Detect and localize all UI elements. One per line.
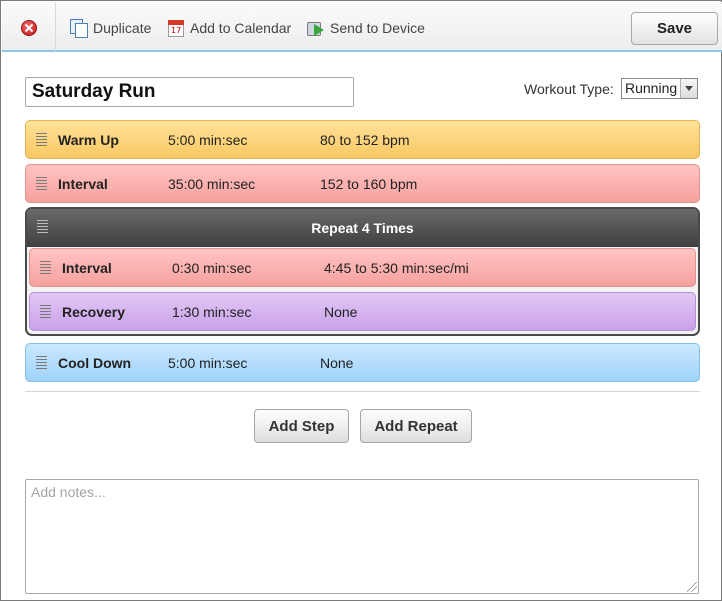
drag-handle-icon[interactable] — [40, 261, 51, 276]
duplicate-icon — [70, 19, 88, 38]
add-to-calendar-button[interactable]: Add to Calendar — [168, 18, 291, 38]
step-target: 80 to 152 bpm — [320, 131, 410, 148]
drag-handle-icon[interactable] — [36, 356, 47, 371]
add-to-calendar-label: Add to Calendar — [190, 20, 292, 36]
step-recovery[interactable]: Recovery 1:30 min:sec None — [29, 292, 696, 331]
add-step-button[interactable]: Add Step — [254, 409, 349, 443]
repeat-header[interactable]: Repeat 4 Times — [27, 209, 698, 247]
workout-type-value: Running — [625, 80, 678, 96]
drag-handle-icon[interactable] — [37, 220, 48, 235]
step-target: None — [324, 303, 358, 320]
add-repeat-button[interactable]: Add Repeat — [360, 409, 472, 443]
save-button[interactable]: Save — [631, 12, 718, 45]
drag-handle-icon[interactable] — [36, 133, 47, 148]
step-target: 152 to 160 bpm — [320, 175, 418, 192]
send-to-device-button[interactable]: Send to Device — [307, 18, 425, 38]
close-button[interactable] — [2, 2, 56, 51]
step-name: Interval — [62, 259, 112, 276]
step-duration: 5:00 min:sec — [168, 354, 248, 371]
drag-handle-icon[interactable] — [36, 177, 47, 192]
notes-textarea[interactable] — [25, 479, 699, 594]
send-to-device-icon — [307, 20, 324, 36]
close-icon[interactable] — [21, 20, 37, 36]
workout-type-label: Workout Type: — [524, 81, 614, 97]
toolbar: Duplicate Add to Calendar Send to Device… — [2, 2, 722, 52]
duplicate-label: Duplicate — [93, 20, 152, 36]
workout-editor-window: Duplicate Add to Calendar Send to Device… — [0, 0, 722, 601]
step-name: Cool Down — [58, 354, 132, 371]
repeat-label: Repeat 4 Times — [311, 220, 414, 236]
step-duration: 35:00 min:sec — [168, 175, 256, 192]
step-name: Interval — [58, 175, 108, 192]
duplicate-button[interactable]: Duplicate — [70, 18, 151, 38]
step-name: Warm Up — [58, 131, 119, 148]
step-target: 4:45 to 5:30 min:sec/mi — [324, 259, 469, 276]
resize-handle-icon[interactable] — [687, 582, 697, 592]
step-duration: 5:00 min:sec — [168, 131, 248, 148]
step-cool-down[interactable]: Cool Down 5:00 min:sec None — [25, 343, 700, 382]
step-name: Recovery — [62, 303, 126, 320]
step-target: None — [320, 354, 354, 371]
drag-handle-icon[interactable] — [40, 305, 51, 320]
calendar-icon — [168, 19, 184, 37]
step-repeat-interval[interactable]: Interval 0:30 min:sec 4:45 to 5:30 min:s… — [29, 248, 696, 287]
step-warm-up[interactable]: Warm Up 5:00 min:sec 80 to 152 bpm — [25, 120, 700, 159]
step-duration: 0:30 min:sec — [172, 259, 252, 276]
chevron-down-icon[interactable] — [680, 79, 697, 98]
step-interval[interactable]: Interval 35:00 min:sec 152 to 160 bpm — [25, 164, 700, 203]
workout-name-input[interactable] — [25, 77, 354, 107]
workout-type-select[interactable]: Running — [621, 78, 698, 99]
divider — [25, 391, 700, 392]
repeat-group: Repeat 4 Times Interval 0:30 min:sec 4:4… — [25, 207, 700, 336]
send-to-device-label: Send to Device — [330, 20, 425, 36]
step-duration: 1:30 min:sec — [172, 303, 252, 320]
